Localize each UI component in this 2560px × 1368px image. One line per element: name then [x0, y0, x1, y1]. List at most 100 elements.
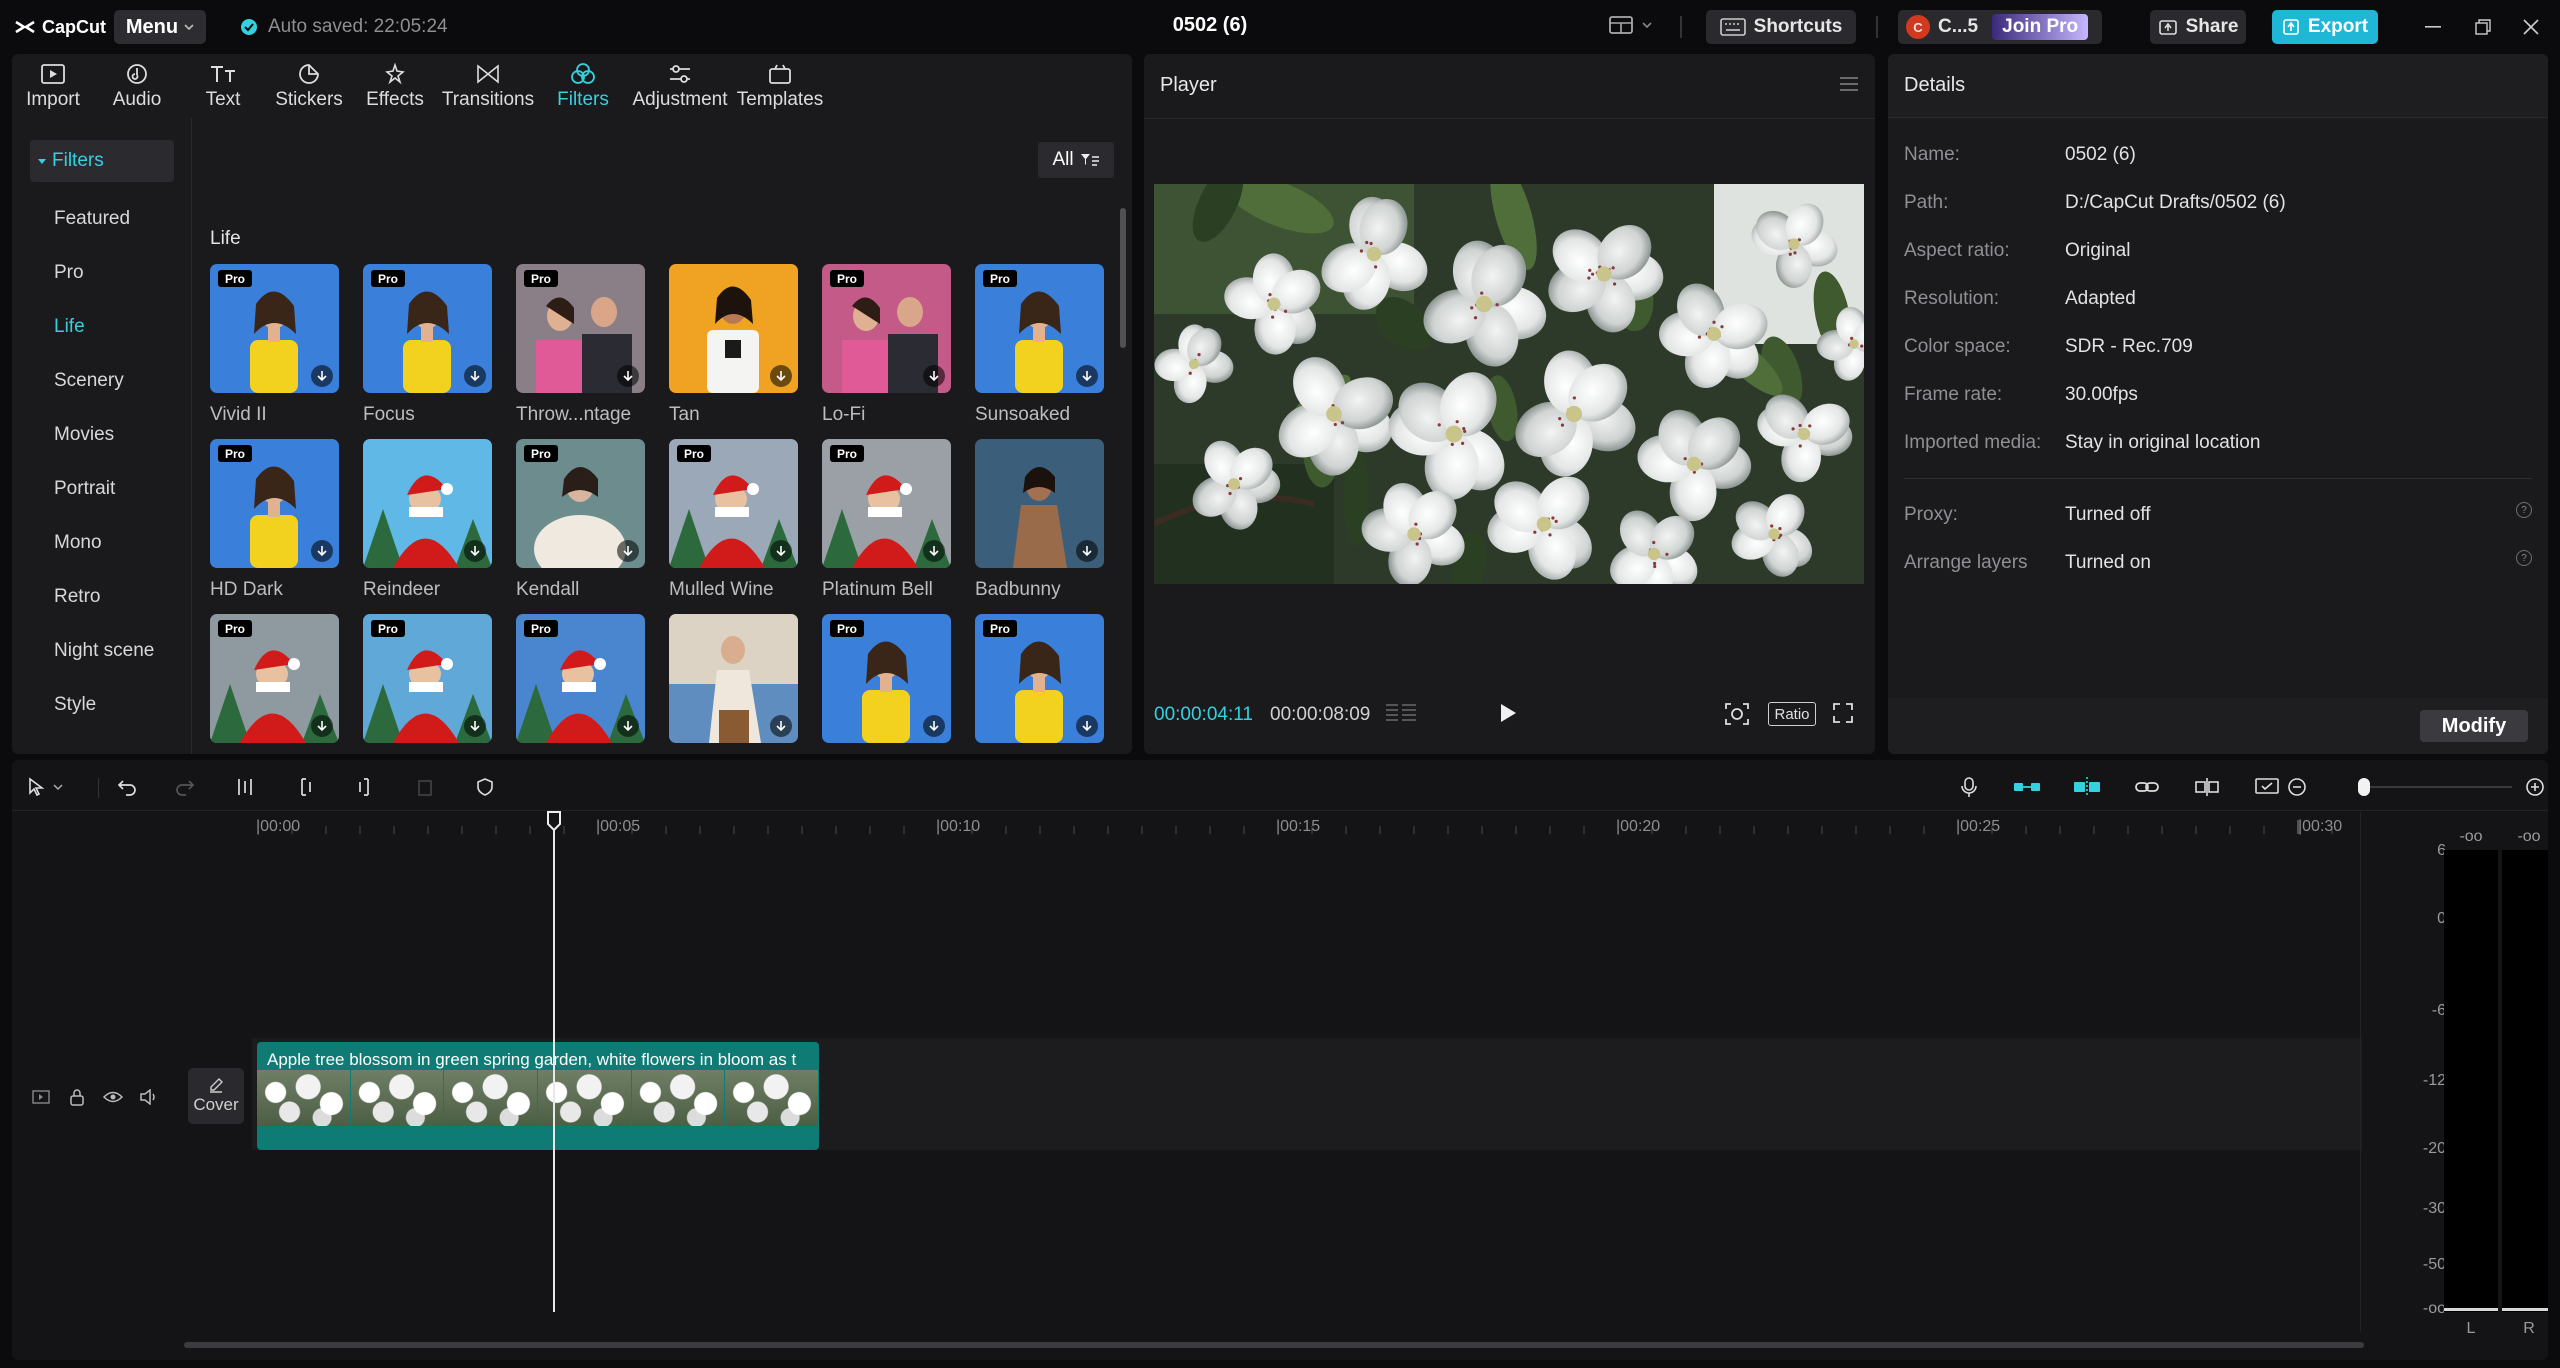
sidebar-item-portrait[interactable]: Portrait — [54, 478, 115, 500]
filter-tile[interactable] — [975, 439, 1104, 568]
proxy-info-icon[interactable]: ? — [2516, 502, 2532, 518]
filter-tile[interactable]: Pro — [516, 614, 645, 743]
filter-tile[interactable]: Pro — [669, 439, 798, 568]
filter-tile[interactable] — [669, 614, 798, 743]
track-toggle-button[interactable] — [30, 1086, 52, 1108]
tab-import[interactable]: Import — [12, 54, 94, 118]
filter-tile[interactable]: Pro — [516, 439, 645, 568]
download-icon[interactable] — [923, 715, 945, 737]
download-icon[interactable] — [464, 540, 486, 562]
layout-button[interactable] — [1608, 14, 1652, 36]
main-track-magnet-toggle[interactable] — [2012, 772, 2042, 802]
video-preview[interactable] — [1154, 184, 1864, 584]
sidebar-item-pro[interactable]: Pro — [54, 262, 84, 284]
restore-button[interactable] — [2470, 14, 2496, 40]
tab-templates[interactable]: Templates — [732, 54, 828, 118]
playhead-line[interactable] — [553, 812, 555, 1312]
sidebar-item-movies[interactable]: Movies — [54, 424, 114, 446]
lock-track-button[interactable] — [66, 1086, 88, 1108]
tab-audio[interactable]: Audio — [94, 54, 180, 118]
sidebar-item-night-scene[interactable]: Night scene — [54, 640, 154, 662]
export-button[interactable]: Export — [2272, 10, 2378, 44]
playhead-handle-icon[interactable] — [546, 810, 562, 832]
video-clip[interactable]: Apple tree blossom in green spring garde… — [257, 1042, 819, 1150]
filter-tile[interactable] — [669, 264, 798, 393]
download-icon[interactable] — [617, 365, 639, 387]
filter-tile[interactable]: Pro — [210, 264, 339, 393]
zoom-slider-track[interactable] — [2362, 786, 2512, 788]
zoom-out-button[interactable] — [2282, 772, 2312, 802]
mute-track-button[interactable] — [138, 1086, 160, 1108]
download-icon[interactable] — [1076, 365, 1098, 387]
sidebar-item-retro[interactable]: Retro — [54, 586, 100, 608]
sidebar-item-scenery[interactable]: Scenery — [54, 370, 124, 392]
auto-snap-toggle[interactable] — [2072, 772, 2102, 802]
filter-tile[interactable]: Pro — [822, 614, 951, 743]
download-icon[interactable] — [311, 365, 333, 387]
shortcuts-button[interactable]: Shortcuts — [1706, 10, 1856, 44]
zoom-in-button[interactable] — [2520, 772, 2548, 802]
preview-axis-toggle[interactable] — [2192, 772, 2222, 802]
cover-button[interactable]: Cover — [188, 1068, 244, 1124]
sidebar-item-style[interactable]: Style — [54, 694, 96, 716]
filter-tile[interactable]: Pro — [975, 264, 1104, 393]
filter-tile[interactable]: Pro — [210, 614, 339, 743]
player-menu-button[interactable] — [1839, 76, 1859, 92]
zoom-slider-handle[interactable] — [2358, 778, 2370, 796]
download-icon[interactable] — [617, 540, 639, 562]
filter-tile[interactable]: Pro — [363, 614, 492, 743]
play-button[interactable] — [1498, 702, 1518, 724]
delete-button[interactable] — [410, 772, 440, 802]
tab-adjustment[interactable]: Adjustment — [628, 54, 732, 118]
filter-all-dropdown[interactable]: All — [1038, 142, 1114, 178]
account-button[interactable]: C C...5 Join Pro — [1898, 10, 2102, 44]
filter-tile[interactable]: Pro — [516, 264, 645, 393]
download-icon[interactable] — [770, 715, 792, 737]
download-icon[interactable] — [770, 540, 792, 562]
tab-transitions[interactable]: Transitions — [438, 54, 538, 118]
download-icon[interactable] — [1076, 715, 1098, 737]
tab-stickers[interactable]: Stickers — [266, 54, 352, 118]
share-button[interactable]: Share — [2150, 10, 2246, 44]
timeline-scrollbar[interactable] — [184, 1342, 2364, 1348]
filter-tile[interactable]: Pro — [975, 614, 1104, 743]
redo-button[interactable] — [170, 772, 200, 802]
download-icon[interactable] — [1076, 540, 1098, 562]
sidebar-header-filters[interactable]: Filters — [30, 140, 174, 182]
select-tool-dropdown[interactable] — [48, 772, 68, 802]
tab-text[interactable]: Text — [180, 54, 266, 118]
sidebar-item-featured[interactable]: Featured — [54, 208, 130, 230]
download-icon[interactable] — [923, 540, 945, 562]
download-icon[interactable] — [617, 715, 639, 737]
hide-track-button[interactable] — [102, 1086, 124, 1108]
filter-tile[interactable]: Pro — [822, 264, 951, 393]
filter-tile[interactable] — [363, 439, 492, 568]
download-icon[interactable] — [311, 715, 333, 737]
delete-right-button[interactable] — [350, 772, 380, 802]
undo-button[interactable] — [112, 772, 142, 802]
arrange-layers-info-icon[interactable]: ? — [2516, 550, 2532, 566]
download-icon[interactable] — [464, 365, 486, 387]
ratio-button[interactable]: Ratio — [1768, 702, 1816, 726]
delete-left-button[interactable] — [290, 772, 320, 802]
download-icon[interactable] — [464, 715, 486, 737]
fit-timeline-button[interactable] — [2252, 772, 2282, 802]
join-pro-button[interactable]: Join Pro — [1992, 14, 2089, 40]
tab-filters[interactable]: Filters — [538, 54, 628, 118]
modify-button[interactable]: Modify — [2420, 710, 2528, 742]
marker-button[interactable] — [470, 772, 500, 802]
download-icon[interactable] — [770, 365, 792, 387]
download-icon[interactable] — [311, 540, 333, 562]
filter-tile[interactable]: Pro — [210, 439, 339, 568]
record-voiceover-button[interactable] — [1954, 772, 1984, 802]
fullscreen-button[interactable] — [1832, 702, 1854, 724]
tab-effects[interactable]: Effects — [352, 54, 438, 118]
linkage-toggle[interactable] — [2132, 772, 2162, 802]
sidebar-item-life[interactable]: Life — [54, 316, 85, 338]
filter-tile[interactable]: Pro — [822, 439, 951, 568]
snapshot-button[interactable] — [1724, 702, 1750, 726]
panel-scrollbar[interactable] — [1120, 208, 1126, 348]
filter-tile[interactable]: Pro — [363, 264, 492, 393]
split-button[interactable] — [230, 772, 260, 802]
close-button[interactable] — [2518, 14, 2544, 40]
